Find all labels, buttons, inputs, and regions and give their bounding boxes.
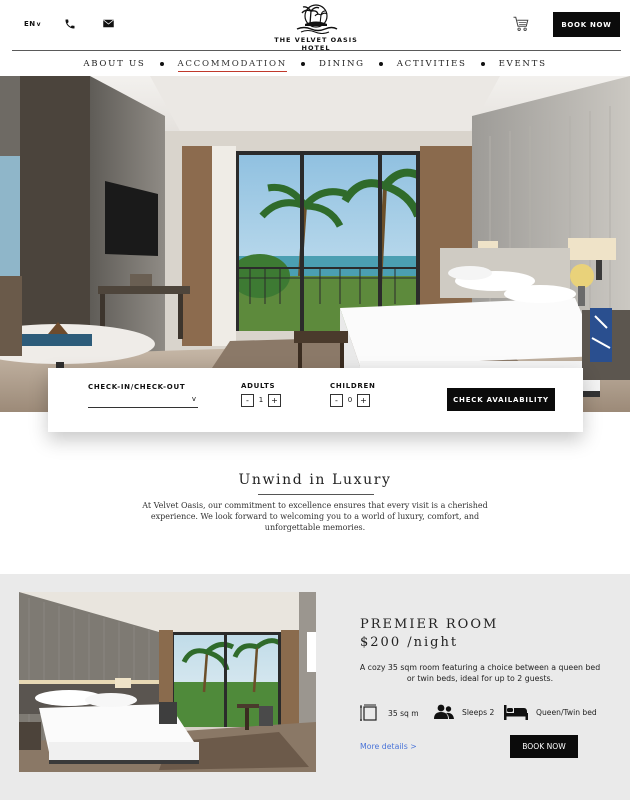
room-bed-feature: Queen/Twin bed <box>504 704 597 720</box>
room-size-text: 35 sq m <box>388 708 419 718</box>
chevron-down-icon: v <box>36 21 42 28</box>
children-label: CHILDREN <box>330 382 376 390</box>
adults-increment-button[interactable]: + <box>268 393 281 407</box>
site-header: ENv THE VELVET OASIS HOTEL BOOK NOW <box>0 0 630 52</box>
adults-label: ADULTS <box>241 382 276 390</box>
booking-widget: CHECK-IN/CHECK-OUT v ADULTS - 1 + CHILDR… <box>48 368 583 432</box>
room-book-now-button[interactable]: BOOK NOW <box>510 735 578 758</box>
nav-separator-dot <box>300 62 305 66</box>
intro-divider <box>258 494 374 495</box>
language-selector[interactable]: ENv <box>24 20 41 28</box>
nav-separator-dot <box>480 62 485 66</box>
phone-icon[interactable] <box>64 18 76 30</box>
mail-icon[interactable] <box>103 19 114 28</box>
room-size-feature: 35 sq m <box>360 704 419 722</box>
language-code: EN <box>24 20 36 28</box>
chevron-down-icon: v <box>191 395 196 403</box>
intro-paragraph: At Velvet Oasis, our commitment to excel… <box>142 501 488 532</box>
hotel-logo[interactable]: THE VELVET OASIS HOTEL <box>260 4 372 52</box>
room-title: PREMIER ROOM $200 /night <box>360 616 498 652</box>
room-name: PREMIER ROOM <box>360 617 499 632</box>
room-size-icon <box>360 704 377 721</box>
children-decrement-button[interactable]: - <box>330 393 343 407</box>
children-value: 0 <box>347 396 353 404</box>
book-now-button[interactable]: BOOK NOW <box>553 12 620 37</box>
room-price: $200 /night <box>360 635 459 650</box>
guests-icon <box>434 704 454 719</box>
nav-item-about-us[interactable]: ABOUT US <box>80 59 148 69</box>
premier-room-photo[interactable] <box>19 592 316 772</box>
children-increment-button[interactable]: + <box>357 393 370 407</box>
nav-item-events[interactable]: EVENTS <box>496 59 550 69</box>
adults-value: 1 <box>258 396 264 404</box>
palm-island-logo-icon <box>296 4 338 34</box>
adults-decrement-button[interactable]: - <box>241 393 254 407</box>
cart-icon[interactable] <box>512 15 530 33</box>
nav-item-dining[interactable]: DINING <box>316 59 368 69</box>
nav-separator-dot <box>378 62 383 66</box>
room-card-section: PREMIER ROOM $200 /night A cozy 35 sqm r… <box>0 574 630 800</box>
more-details-link[interactable]: More details > <box>360 742 417 751</box>
nav-item-accommodation[interactable]: ACCOMMODATION <box>175 59 290 72</box>
room-bed-text: Queen/Twin bed <box>536 707 597 717</box>
room-occupancy-text: Sleeps 2 <box>462 707 495 717</box>
main-nav: ABOUT US ACCOMMODATION DINING ACTIVITIES… <box>0 54 630 74</box>
room-description: A cozy 35 sqm room featuring a choice be… <box>359 663 601 683</box>
intro-heading: Unwind in Luxury <box>238 472 392 488</box>
checkin-checkout-label: CHECK-IN/CHECK-OUT <box>88 383 186 391</box>
nav-item-activities[interactable]: ACTIVITIES <box>394 59 470 69</box>
adults-stepper: - 1 + <box>241 393 281 407</box>
room-occupancy-feature: Sleeps 2 <box>434 704 494 720</box>
children-stepper: - 0 + <box>330 393 370 407</box>
header-divider <box>12 50 621 51</box>
bed-icon <box>504 705 528 720</box>
checkin-checkout-date-picker[interactable]: v <box>88 394 198 408</box>
check-availability-button[interactable]: CHECK AVAILABILITY <box>447 388 555 411</box>
hero-room-photo <box>0 76 630 412</box>
nav-separator-dot <box>159 62 164 66</box>
